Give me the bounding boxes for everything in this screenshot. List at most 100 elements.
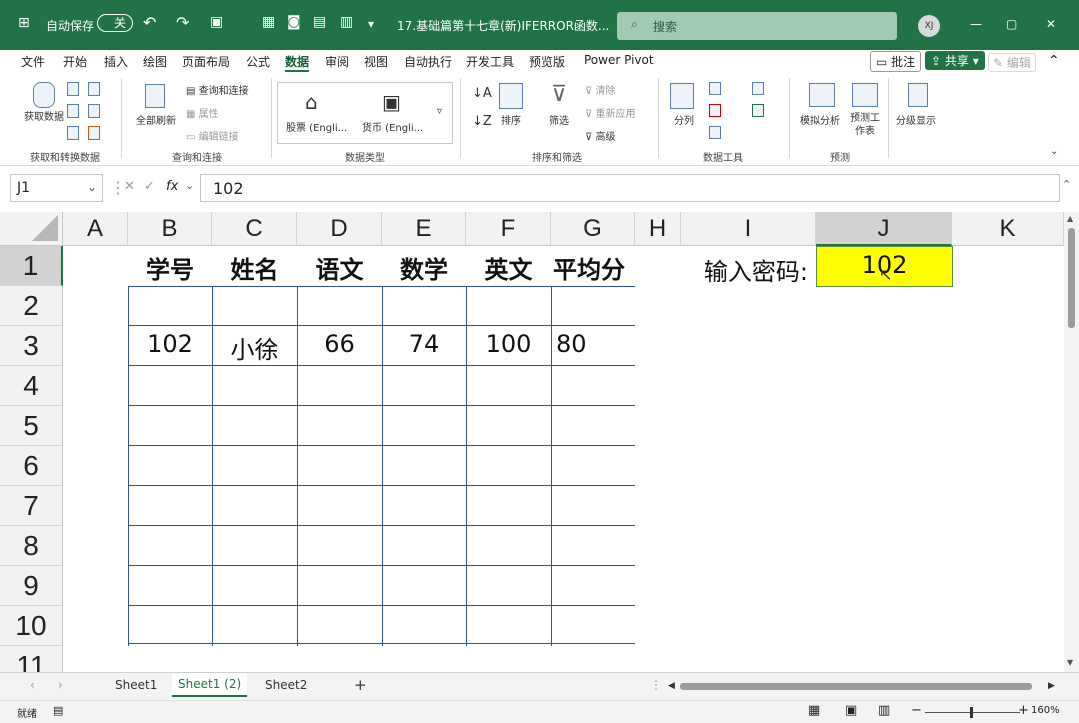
relationships-icon[interactable] (752, 104, 764, 117)
existing-connections-icon[interactable] (88, 104, 100, 118)
scroll-left-icon[interactable]: ◀ (668, 681, 675, 691)
cell-e1[interactable]: 数学 (382, 250, 466, 285)
accessibility-icon[interactable]: ▤ (53, 704, 63, 717)
from-web-icon[interactable] (67, 104, 79, 118)
cell-d1[interactable]: 语文 (297, 250, 382, 285)
user-avatar[interactable]: XJ (918, 15, 940, 37)
tab-preview[interactable]: 预览版 (529, 53, 565, 70)
cell-g1[interactable]: 平均分 (553, 250, 637, 285)
sheet-tab-sheet2[interactable]: Sheet2 (265, 678, 307, 692)
save-icon[interactable]: ▣ (210, 14, 223, 30)
clear-button[interactable]: ⊽ 清除 (585, 82, 616, 97)
insert-function-button[interactable]: fx (166, 179, 178, 194)
add-sheet-button[interactable]: + (354, 676, 367, 694)
cell-d3[interactable]: 66 (297, 330, 382, 358)
tab-developer[interactable]: 开发工具 (466, 53, 514, 70)
autosave-toggle[interactable]: 关 (97, 14, 134, 32)
sort-ascending-icon[interactable]: ↓A (472, 86, 492, 101)
zoom-slider[interactable] (925, 707, 1020, 718)
name-box[interactable]: J1 ⌄ (10, 174, 103, 202)
sheet-tab-sheet1-2[interactable]: Sheet1 (2) (172, 673, 248, 697)
normal-view-icon[interactable]: ▦ (808, 703, 820, 718)
cell-e3[interactable]: 74 (382, 330, 466, 358)
tab-insert[interactable]: 插入 (104, 53, 128, 70)
enter-icon[interactable]: ✓ (144, 179, 155, 194)
cell-c3[interactable]: 小徐 (212, 330, 297, 365)
recent-sources-icon[interactable] (88, 82, 100, 96)
tab-automate[interactable]: 自动执行 (404, 53, 452, 70)
sort-descending-icon[interactable]: ↓Z (472, 114, 492, 129)
properties-button[interactable]: ▦ 属性 (186, 105, 219, 120)
tab-home[interactable]: 开始 (63, 53, 87, 70)
undo-icon[interactable]: ↶ (143, 13, 156, 32)
consolidate-icon[interactable] (752, 82, 764, 95)
tab-power-pivot[interactable]: Power Pivot (584, 53, 654, 67)
gallery-more-icon[interactable]: ▿ (437, 106, 442, 117)
spreadsheet-grid[interactable]: A B C D E F G H I J K 1 2 3 4 5 6 7 8 9 … (0, 212, 1064, 672)
table-icon[interactable]: ▦ (262, 14, 275, 30)
remove-duplicates-icon[interactable] (709, 104, 721, 117)
minimize-icon[interactable]: — (970, 17, 982, 31)
selected-cell-j1[interactable]: 102 ↖ (816, 246, 953, 287)
zoom-in-icon[interactable]: + (1018, 703, 1029, 718)
cancel-icon[interactable]: ✕ (124, 179, 135, 194)
fx-dropdown-icon[interactable]: ⌄ (185, 179, 194, 192)
password-label[interactable]: 输入密码: (682, 252, 816, 287)
edit-links-button[interactable]: ▭ 编辑链接 (186, 128, 239, 143)
currencies-button[interactable]: 货币 (Engli... (362, 119, 423, 134)
ribbon-display-icon[interactable]: ⌃ (1048, 53, 1060, 69)
comments-button[interactable]: ▭ 批注 (870, 51, 922, 72)
expand-formula-icon[interactable]: ⌃ (1062, 178, 1071, 191)
stocks-button[interactable]: 股票 (Engli... (286, 119, 347, 134)
refresh-all-button[interactable]: 全部刷新 (136, 112, 176, 127)
cell-f3[interactable]: 100 (466, 330, 551, 358)
customize-qat-icon[interactable]: ▾ (368, 17, 374, 31)
tab-page-layout[interactable]: 页面布局 (182, 53, 230, 70)
next-sheet-icon[interactable]: › (58, 678, 63, 692)
data-validation-icon[interactable] (709, 126, 721, 139)
queries-connections-button[interactable]: ▤ 查询和连接 (186, 82, 249, 97)
tab-formulas[interactable]: 公式 (246, 53, 270, 70)
scroll-right-icon[interactable]: ▶ (1048, 681, 1055, 691)
filter-button[interactable]: 筛选 (549, 112, 569, 127)
page-break-view-icon[interactable]: ▥ (878, 703, 890, 718)
editing-button[interactable]: ✎ 编辑 (988, 53, 1036, 72)
file-name[interactable]: 17.基础篇第十七章(新)IFERROR函数... (397, 17, 609, 34)
tab-data[interactable]: 数据 (285, 53, 310, 72)
text-to-columns-button[interactable]: 分列 (674, 112, 694, 127)
form-icon[interactable]: ▤ (313, 14, 326, 30)
flash-fill-icon[interactable] (709, 82, 721, 95)
cell-b1[interactable]: 学号 (128, 250, 212, 285)
close-icon[interactable]: ✕ (1046, 17, 1056, 31)
search-box[interactable]: ⌕ 搜索 (617, 12, 897, 40)
formula-input[interactable]: 102 (200, 174, 1060, 202)
tab-draw[interactable]: 绘图 (143, 53, 167, 70)
cell-f1[interactable]: 英文 (466, 250, 551, 285)
camera-icon[interactable]: ◙ (287, 14, 301, 30)
restore-icon[interactable]: ▢ (1006, 17, 1017, 31)
what-if-button[interactable]: 模拟分析 (800, 112, 840, 127)
ribbon-collapse-icon[interactable]: ⌄ (1050, 146, 1058, 157)
zoom-out-icon[interactable]: − (911, 703, 922, 718)
tab-file[interactable]: 文件 (21, 53, 45, 70)
vertical-scrollbar[interactable]: ▲ ▼ (1064, 212, 1079, 672)
cell-g3[interactable]: 80 (556, 330, 636, 358)
cell-b3[interactable]: 102 (128, 330, 212, 358)
reapply-button[interactable]: ⊽ 重新应用 (585, 105, 636, 120)
get-data-button[interactable]: 获取数据 (24, 112, 64, 124)
tab-view[interactable]: 视图 (364, 53, 388, 70)
scroll-down-icon[interactable]: ▼ (1067, 658, 1073, 667)
outline-button[interactable]: 分级显示 (896, 112, 936, 127)
zoom-slider-thumb[interactable] (970, 707, 973, 718)
from-text-icon[interactable] (67, 82, 79, 96)
redo-icon[interactable]: ↷ (176, 13, 189, 32)
from-picture-icon[interactable] (88, 126, 100, 140)
forecast-sheet-button[interactable]: 预测工作表 (849, 112, 881, 138)
page-layout-view-icon[interactable]: ▣ (845, 703, 857, 718)
advanced-button[interactable]: ⊽ 高级 (585, 128, 616, 143)
print-icon[interactable]: ▥ (340, 14, 353, 30)
vertical-scroll-thumb[interactable] (1068, 228, 1075, 328)
cell-c1[interactable]: 姓名 (212, 250, 297, 285)
tab-review[interactable]: 审阅 (325, 53, 349, 70)
sort-button[interactable]: 排序 (501, 112, 521, 127)
